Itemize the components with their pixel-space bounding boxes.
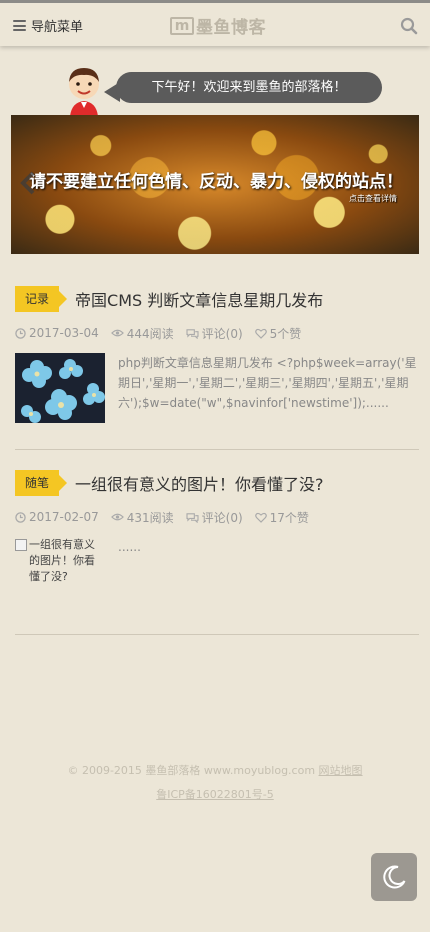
greeting-bubble: 下午好！欢迎来到墨鱼的部落格！ xyxy=(116,72,382,103)
article-item: 随笔 一组很有意义的图片！你看懂了没? 2017-02-07 431阅读 评论(… xyxy=(15,470,419,635)
eye-icon xyxy=(110,513,124,521)
article-views: 444阅读 xyxy=(110,325,174,342)
broken-image-icon xyxy=(15,539,27,551)
article-meta: 2017-03-04 444阅读 评论(0) 5个赞 xyxy=(15,325,419,341)
mascot-avatar xyxy=(69,68,99,116)
thumbnail-alt-text: 一组很有意义的图片！你看懂了没? xyxy=(29,538,95,583)
comments-icon xyxy=(186,512,199,523)
article-views: 431阅读 xyxy=(110,509,174,526)
article-title[interactable]: 帝国CMS 判断文章信息星期几发布 xyxy=(75,287,323,311)
sitemap-link[interactable]: 网站地图 xyxy=(319,764,363,777)
eye-icon xyxy=(110,329,124,337)
article-comments[interactable]: 评论(0) xyxy=(186,509,243,526)
banner-subtext: 点击查看详情 xyxy=(349,194,397,203)
clock-icon xyxy=(15,327,26,339)
search-button[interactable] xyxy=(400,17,418,35)
article-excerpt: ...... xyxy=(118,540,141,554)
article-thumbnail-broken[interactable]: 一组很有意义的图片！你看懂了没? xyxy=(15,537,105,587)
clock-icon xyxy=(15,511,26,523)
comments-icon xyxy=(186,328,199,339)
article-meta: 2017-02-07 431阅读 评论(0) 17个赞 xyxy=(15,509,419,525)
moon-icon xyxy=(383,865,406,889)
nav-menu-button[interactable]: 导航菜单 xyxy=(13,16,83,35)
banner-text: 请不要建立任何色情、反动、暴力、侵权的站点！ xyxy=(29,172,403,192)
heart-icon xyxy=(254,512,267,523)
nav-menu-label: 导航菜单 xyxy=(31,20,84,35)
footer-copyright: © 2009-2015 墨鱼部落格 www.moyublog.com xyxy=(67,764,316,777)
category-tag[interactable]: 记录 xyxy=(15,286,68,312)
heart-icon xyxy=(254,328,267,339)
article-comments[interactable]: 评论(0) xyxy=(186,325,243,342)
logo-text: 墨鱼博客 xyxy=(196,18,266,38)
logo-mark: m xyxy=(170,16,194,35)
banner-slider[interactable]: 请不要建立任何色情、反动、暴力、侵权的站点！ 点击查看详情 xyxy=(11,115,419,254)
site-logo[interactable]: m 墨鱼博客 xyxy=(170,13,266,38)
greeting-area: 下午好！欢迎来到墨鱼的部落格！ xyxy=(64,64,394,116)
site-footer: © 2009-2015 墨鱼部落格 www.moyublog.com 网站地图 … xyxy=(0,761,430,805)
icp-link[interactable]: 鲁ICP备16022801号-5 xyxy=(156,788,274,801)
site-header: 导航菜单 m 墨鱼博客 xyxy=(0,0,430,46)
night-mode-button[interactable] xyxy=(371,853,417,901)
flower-thumbnail-image xyxy=(15,353,105,423)
search-icon xyxy=(400,17,418,35)
article-likes[interactable]: 17个赞 xyxy=(254,509,309,526)
article-thumbnail[interactable] xyxy=(15,353,105,423)
article-date: 2017-02-07 xyxy=(15,510,99,524)
article-likes[interactable]: 5个赞 xyxy=(254,325,301,342)
article-title[interactable]: 一组很有意义的图片！你看懂了没? xyxy=(75,471,324,495)
article-excerpt: php判断文章信息星期几发布 <?php$week=array('星期日','星… xyxy=(118,356,417,410)
menu-icon xyxy=(13,20,26,31)
chevron-left-icon xyxy=(20,171,35,195)
article-date: 2017-03-04 xyxy=(15,326,99,340)
category-tag[interactable]: 随笔 xyxy=(15,470,68,496)
banner-prev-button[interactable] xyxy=(19,170,37,196)
article-item: 记录 帝国CMS 判断文章信息星期几发布 2017-03-04 444阅读 评论… xyxy=(15,286,419,450)
